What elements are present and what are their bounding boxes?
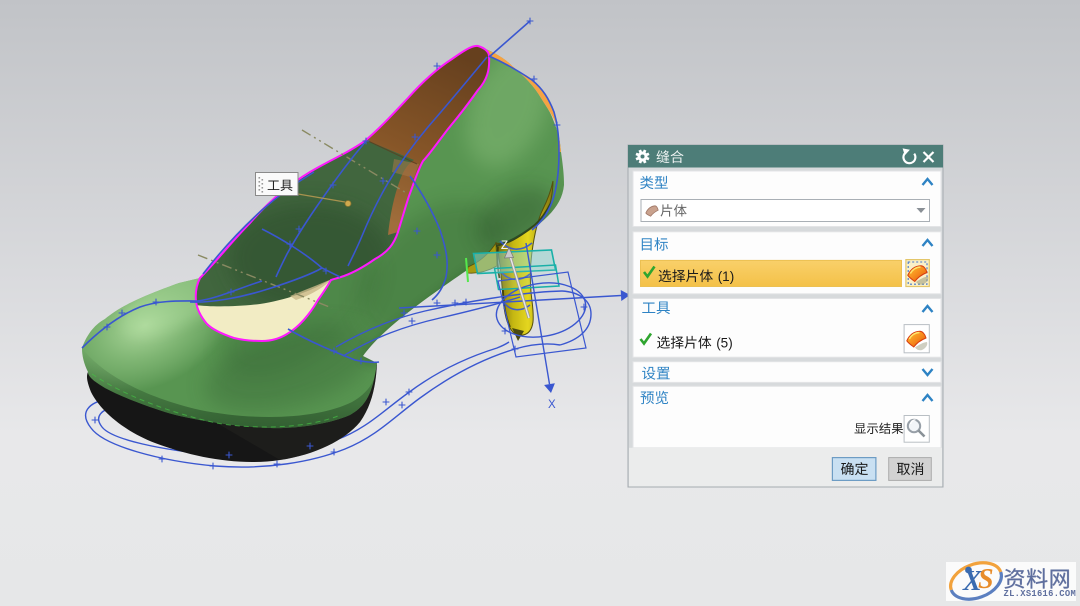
svg-text:ZL.XS1616.COM: ZL.XS1616.COM — [1004, 589, 1077, 599]
svg-text:(1): (1) — [718, 269, 735, 284]
svg-text:(5): (5) — [716, 336, 733, 351]
svg-text:Z: Z — [501, 240, 508, 252]
svg-text:S: S — [978, 564, 994, 595]
svg-text:X: X — [548, 399, 556, 411]
